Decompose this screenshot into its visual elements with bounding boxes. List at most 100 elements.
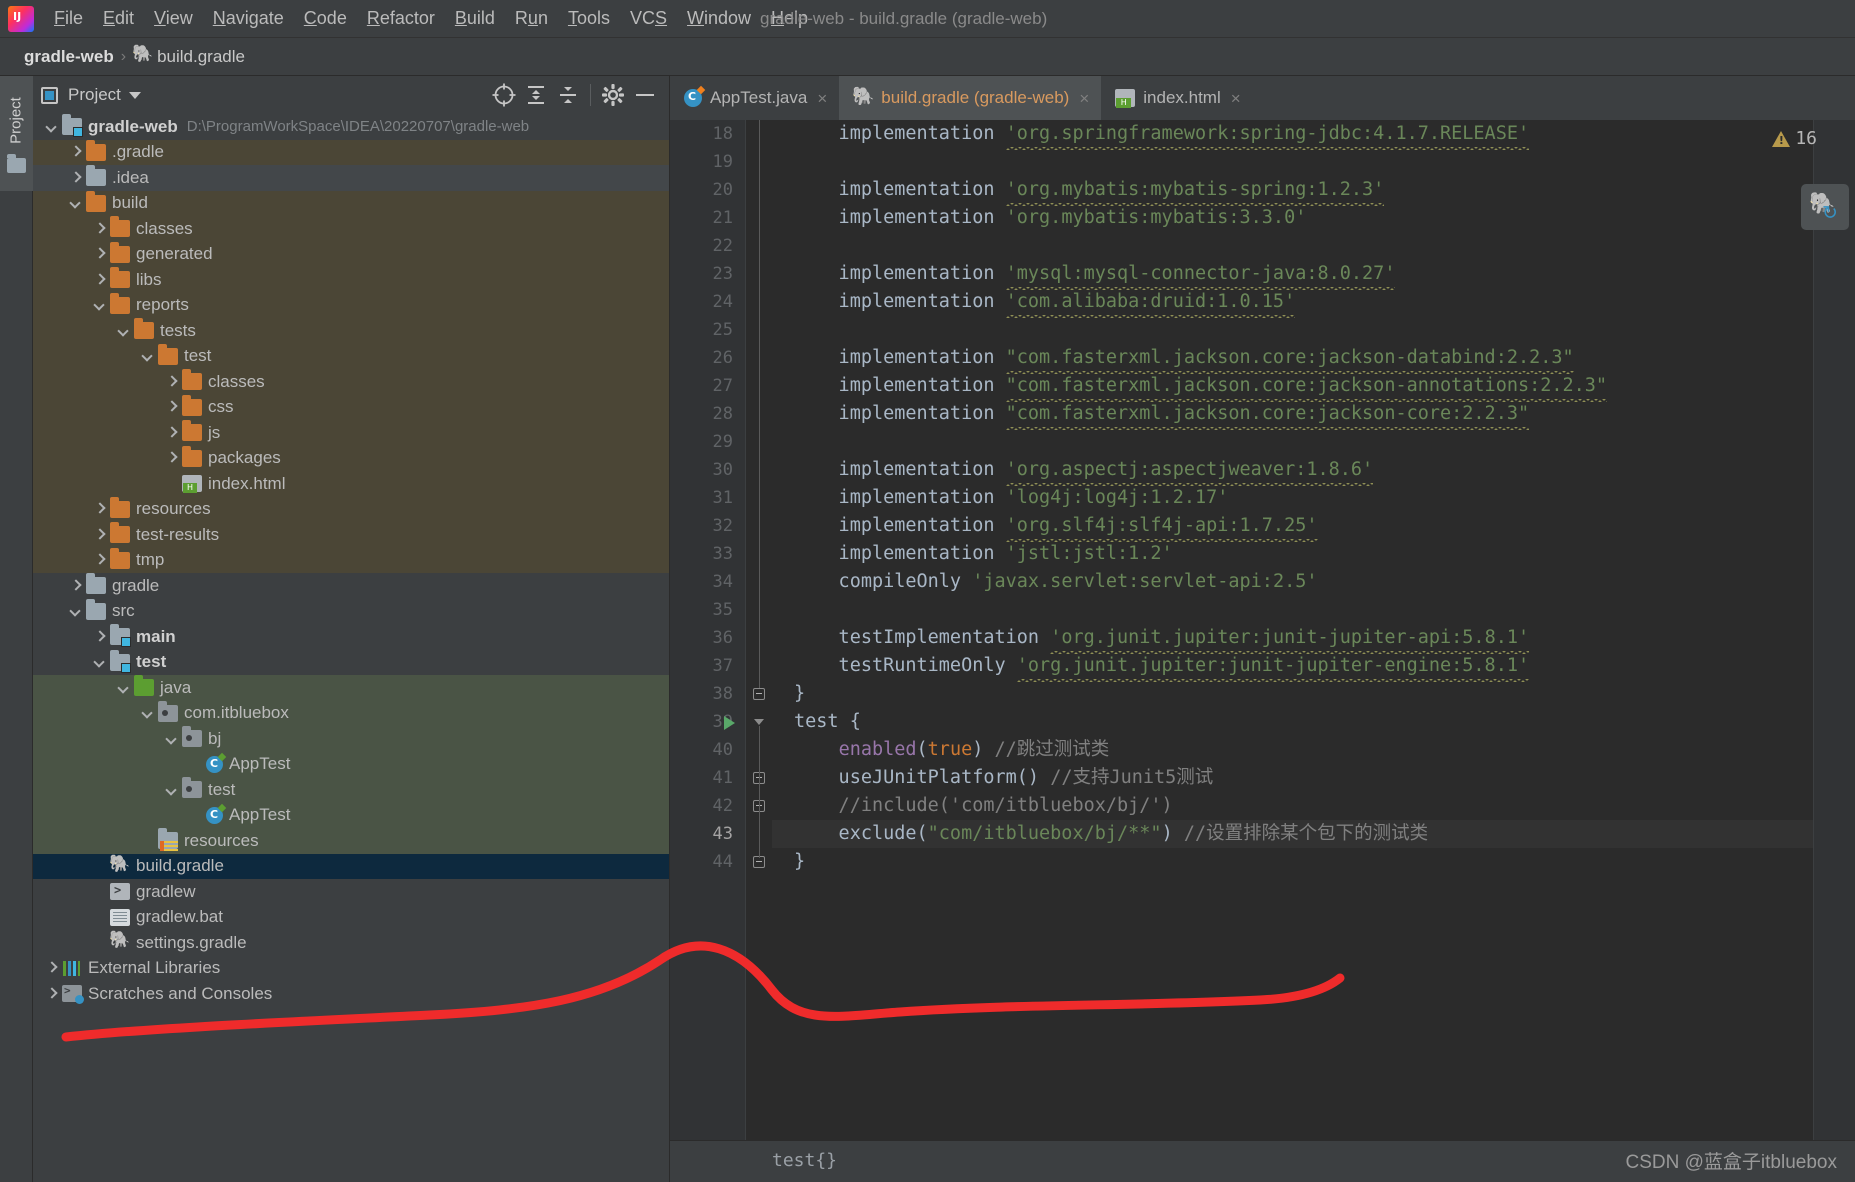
tree-item-gradlew[interactable]: gradlew <box>33 879 669 905</box>
line-number[interactable]: 21 <box>670 204 745 232</box>
chevron-right-icon[interactable] <box>93 502 107 516</box>
line-number[interactable]: 26 <box>670 344 745 372</box>
chevron-right-icon[interactable] <box>93 630 107 644</box>
code-line[interactable]: //include('com/itbluebox/bj/') <box>772 792 1855 820</box>
code-folding-gutter[interactable] <box>746 120 772 1140</box>
tree-item-index-html[interactable]: index.html <box>33 471 669 497</box>
chevron-right-icon[interactable] <box>69 145 83 159</box>
line-number[interactable]: 18 <box>670 120 745 148</box>
reload-gradle-project-button[interactable]: 🐘 ↻ <box>1801 184 1849 230</box>
chevron-down-icon[interactable] <box>93 298 107 312</box>
run-test-gutter-icon[interactable] <box>724 716 735 730</box>
chevron-down-icon[interactable] <box>165 783 179 797</box>
tree-item-css[interactable]: css <box>33 394 669 420</box>
code-line[interactable]: exclude("com/itbluebox/bj/**") //设置排除某个包… <box>772 820 1855 848</box>
line-number[interactable]: 40 <box>670 736 745 764</box>
tree-item-reports[interactable]: reports <box>33 292 669 318</box>
line-number[interactable]: 37 <box>670 652 745 680</box>
code-line[interactable] <box>772 316 1855 344</box>
tree-item--gradle[interactable]: .gradle <box>33 139 669 165</box>
tree-item-classes[interactable]: classes <box>33 369 669 395</box>
chevron-right-icon[interactable] <box>93 273 107 287</box>
tool-window-tab-project[interactable]: Project <box>0 76 33 191</box>
chevron-right-icon[interactable] <box>45 987 59 1001</box>
line-number[interactable]: 34 <box>670 568 745 596</box>
line-number[interactable]: 33 <box>670 540 745 568</box>
chevron-down-icon[interactable] <box>117 681 131 695</box>
fold-marker-icon[interactable] <box>753 688 765 700</box>
line-number[interactable]: 44 <box>670 848 745 876</box>
chevron-right-icon[interactable] <box>69 579 83 593</box>
code-content[interactable]: implementation 'org.springframework:spri… <box>772 120 1855 1140</box>
chevron-right-icon[interactable] <box>165 400 179 414</box>
code-editor[interactable]: 18 19 20 21 22 23 24 25 26 27 28 29 30 31 32 33 34 35 36 37… <box>670 120 1855 1140</box>
chevron-down-icon[interactable] <box>69 604 83 618</box>
line-number[interactable]: 43 <box>670 820 745 848</box>
menu-item-edit[interactable]: Edit <box>93 6 144 31</box>
chevron-down-icon[interactable] <box>93 655 107 669</box>
code-line[interactable]: implementation "com.fasterxml.jackson.co… <box>772 372 1855 402</box>
code-line[interactable]: implementation 'log4j:log4j:1.2.17' <box>772 484 1855 512</box>
chevron-down-icon[interactable] <box>141 349 155 363</box>
code-line[interactable] <box>772 232 1855 260</box>
code-line[interactable]: enabled(true) //跳过测试类 <box>772 736 1855 764</box>
tree-item-apptest[interactable]: AppTest <box>33 751 669 777</box>
tree-item-external-libraries[interactable]: External Libraries <box>33 956 669 982</box>
chevron-right-icon[interactable] <box>93 247 107 261</box>
chevron-right-icon[interactable] <box>165 426 179 440</box>
tree-item-com-itbluebox[interactable]: com.itbluebox <box>33 700 669 726</box>
hide-panel-icon[interactable] <box>629 79 661 111</box>
tree-item-bj[interactable]: bj <box>33 726 669 752</box>
tree-item-settings-gradle[interactable]: settings.gradle <box>33 930 669 956</box>
status-breadcrumb[interactable]: test{} <box>772 1150 837 1171</box>
tree-item-gradle[interactable]: gradle <box>33 573 669 599</box>
code-line[interactable]: implementation "com.fasterxml.jackson.co… <box>772 344 1855 374</box>
code-line[interactable]: implementation 'org.mybatis:mybatis-spri… <box>772 176 1855 206</box>
collapse-all-icon[interactable] <box>552 79 584 111</box>
line-number[interactable]: 20 <box>670 176 745 204</box>
line-number[interactable]: 42 <box>670 792 745 820</box>
tree-item-packages[interactable]: packages <box>33 445 669 471</box>
code-line[interactable]: implementation 'org.aspectj:aspectjweave… <box>772 456 1855 486</box>
menu-item-view[interactable]: View <box>144 6 203 31</box>
line-number[interactable]: 32 <box>670 512 745 540</box>
tree-item--idea[interactable]: .idea <box>33 165 669 191</box>
fold-collapse-icon[interactable] <box>754 719 764 725</box>
menu-item-navigate[interactable]: Navigate <box>203 6 294 31</box>
chevron-down-icon[interactable] <box>69 196 83 210</box>
menu-item-code[interactable]: Code <box>294 6 357 31</box>
chevron-right-icon[interactable] <box>165 375 179 389</box>
tree-item-src[interactable]: src <box>33 598 669 625</box>
line-number[interactable]: 41 <box>670 764 745 792</box>
menu-item-window[interactable]: Window <box>677 6 761 31</box>
code-line[interactable]: implementation 'jstl:jstl:1.2' <box>772 540 1855 568</box>
line-number[interactable]: 30 <box>670 456 745 484</box>
line-number-gutter[interactable]: 18 19 20 21 22 23 24 25 26 27 28 29 30 31 32 33 34 35 36 37… <box>670 120 746 1140</box>
line-number[interactable]: 38 <box>670 680 745 708</box>
breadcrumb-project[interactable]: gradle-web <box>24 47 114 67</box>
code-line[interactable] <box>772 148 1855 176</box>
close-icon[interactable]: × <box>1231 90 1241 107</box>
chevron-down-icon[interactable] <box>165 732 179 746</box>
code-line[interactable]: implementation "com.fasterxml.jackson.co… <box>772 400 1855 430</box>
code-line[interactable]: } <box>772 680 1855 708</box>
menu-item-vcs[interactable]: VCS <box>620 6 677 31</box>
warning-count-badge[interactable]: 16 <box>1772 128 1817 149</box>
code-line[interactable] <box>772 428 1855 456</box>
tree-item-test[interactable]: test <box>33 343 669 369</box>
tree-item-classes[interactable]: classes <box>33 216 669 242</box>
tree-item-gradlew-bat[interactable]: gradlew.bat <box>33 905 669 931</box>
editor-tab-build.gradle[interactable]: build.gradle (gradle-web) × <box>839 76 1102 120</box>
tree-item-tests[interactable]: tests <box>33 318 669 344</box>
locate-icon[interactable] <box>488 79 520 111</box>
code-line[interactable]: implementation 'com.alibaba:druid:1.0.15… <box>772 288 1855 318</box>
chevron-down-icon[interactable] <box>45 120 59 134</box>
chevron-right-icon[interactable] <box>93 528 107 542</box>
tree-item-java[interactable]: java <box>33 675 669 701</box>
tree-item-apptest[interactable]: AppTest <box>33 802 669 828</box>
tree-item-generated[interactable]: generated <box>33 241 669 267</box>
tree-item-gradle-web[interactable]: gradle-web D:\ProgramWorkSpace\IDEA\20220… <box>33 114 669 140</box>
tree-item-test[interactable]: test <box>33 777 669 803</box>
menu-item-build[interactable]: Build <box>445 6 505 31</box>
tree-item-resources[interactable]: resources <box>33 828 669 854</box>
